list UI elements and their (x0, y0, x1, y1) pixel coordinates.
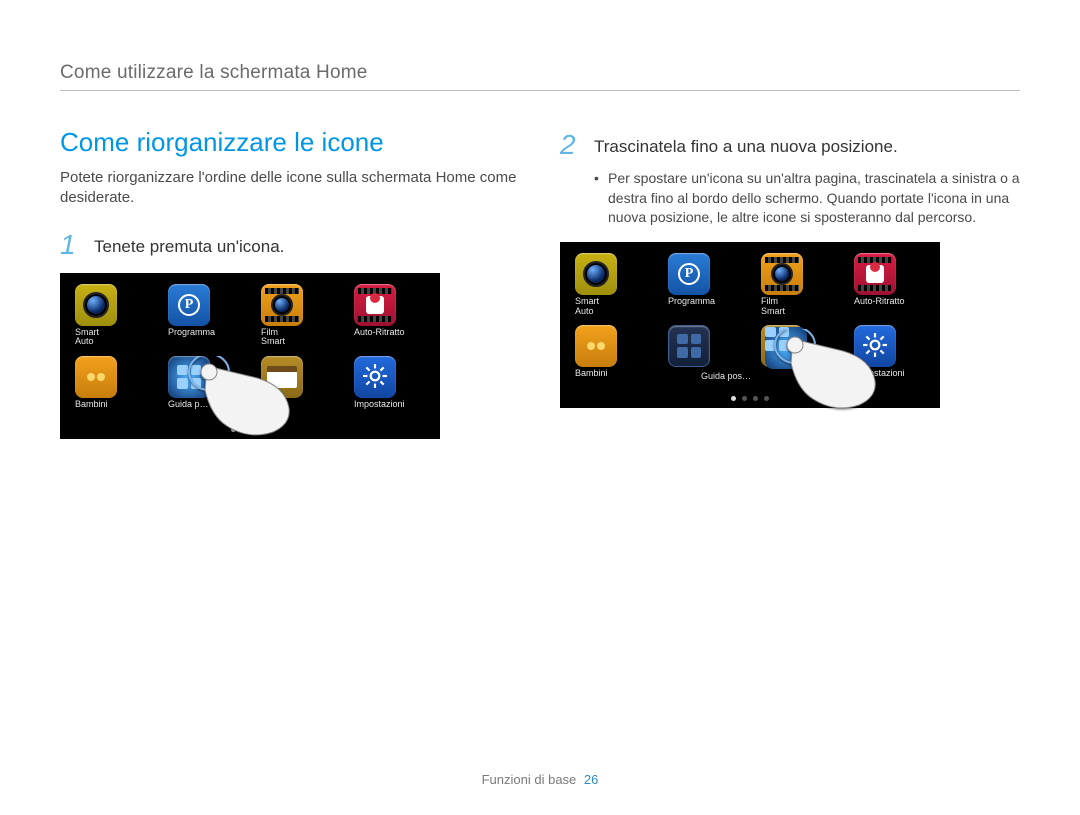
portrait-icon (354, 284, 396, 326)
section-intro: Potete riorganizzare l'ordine delle icon… (60, 168, 520, 209)
right-column: 2 Trascinatela fino a una nuova posizion… (560, 127, 1020, 439)
app-programma[interactable]: PProgramma (668, 253, 739, 317)
page-indicator (561, 396, 939, 401)
app-film-smart[interactable]: Film Smart (261, 284, 332, 348)
app-bambini[interactable]: Bambini (75, 356, 146, 420)
app-label: Programma (168, 328, 215, 348)
step-1: 1 Tenete premuta un'icona. (60, 231, 520, 259)
app-auto-ritratto[interactable]: Auto-Ritratto (854, 253, 925, 317)
screenshot-hold-icon: Smart Auto PProgramma Film Smart Auto-Ritra… (60, 273, 440, 439)
app-label: Guida p… (168, 400, 209, 420)
app-label: Bambini (575, 369, 608, 389)
app-bambini[interactable]: Bambini (575, 325, 646, 389)
footer-page-number: 26 (584, 772, 598, 787)
step-1-text: Tenete premuta un'icona. (94, 237, 284, 257)
gear-icon (354, 356, 396, 398)
app-album[interactable]: Album (261, 356, 332, 420)
section-title: Come riorganizzare le icone (60, 127, 520, 158)
album-icon (261, 356, 303, 398)
empty-icon (668, 325, 710, 367)
footer-section: Funzioni di base (482, 772, 577, 787)
app-label: Album (261, 400, 287, 420)
app-film-smart[interactable]: Film Smart (761, 253, 832, 317)
left-column: Come riorganizzare le icone Potete riorg… (60, 127, 520, 439)
footer: Funzioni di base 26 (0, 772, 1080, 787)
app-label: Impostazioni (354, 400, 405, 420)
divider (60, 90, 1020, 91)
app-impostazioni[interactable]: Impostazioni (354, 356, 425, 420)
step-2-bullet: Per spostare un'icona su un'altra pagina… (594, 169, 1020, 228)
app-auto-ritratto[interactable]: Auto-Ritratto (354, 284, 425, 348)
page-indicator (61, 427, 439, 432)
camera-icon (75, 284, 117, 326)
app-label: Impostazioni (854, 369, 905, 389)
step-1-number: 1 (60, 231, 84, 259)
app-label: Film Smart (261, 328, 285, 348)
step-2-number: 2 (560, 131, 584, 159)
app-guida-pos[interactable]: Guida p… (168, 356, 239, 420)
app-label: Film Smart (761, 297, 785, 317)
camera-icon (575, 253, 617, 295)
step-2-bullets: Per spostare un'icona su un'altra pagina… (560, 169, 1020, 228)
app-label: Auto-Ritratto (854, 297, 905, 317)
guide-icon (168, 356, 210, 398)
kids-icon (75, 356, 117, 398)
screenshot-drag-icon: Smart Auto PProgramma Film Smart Auto-Ritra… (560, 242, 940, 408)
app-label: Smart Auto (575, 297, 599, 317)
app-smart-auto[interactable]: Smart Auto (575, 253, 646, 317)
breadcrumb: Come utilizzare la schermata Home (60, 62, 1020, 84)
portrait-icon (854, 253, 896, 295)
app-smart-auto[interactable]: Smart Auto (75, 284, 146, 348)
app-impostazioni[interactable]: Impostazioni (854, 325, 925, 389)
app-label: Programma (668, 297, 715, 317)
step-2-text: Trascinatela fino a una nuova posizione. (594, 137, 898, 157)
kids-icon (575, 325, 617, 367)
app-label: Smart Auto (75, 328, 99, 348)
p-icon: P (168, 284, 210, 326)
p-icon: P (668, 253, 710, 295)
app-programma[interactable]: PProgramma (168, 284, 239, 348)
app-label: Auto-Ritratto (354, 328, 405, 348)
dragged-icon (765, 327, 807, 369)
film-icon (761, 253, 803, 295)
step-2: 2 Trascinatela fino a una nuova posizion… (560, 131, 1020, 159)
gear-icon (854, 325, 896, 367)
app-label: Bambini (75, 400, 108, 420)
film-icon (261, 284, 303, 326)
dragged-icon-label: Guida pos… (701, 371, 751, 381)
